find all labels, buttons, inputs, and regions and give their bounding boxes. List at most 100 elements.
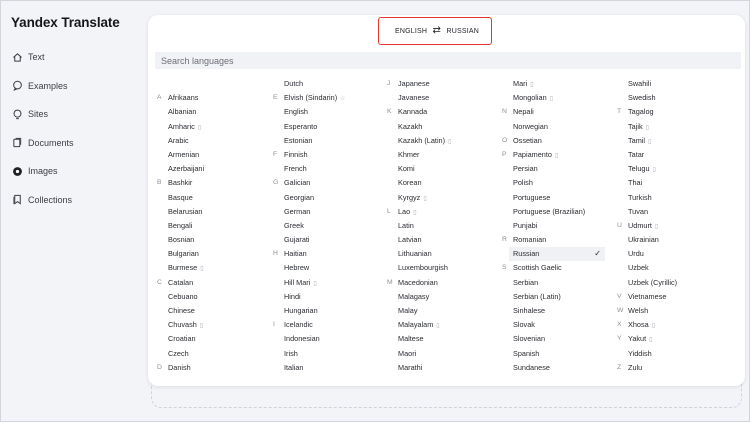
language-option[interactable]: Arabic (168, 134, 204, 148)
language-option[interactable]: Marathi (398, 361, 451, 375)
language-option[interactable]: French (284, 162, 346, 176)
language-option[interactable]: Armenian (168, 148, 204, 162)
language-option[interactable]: English (284, 105, 346, 119)
language-option[interactable]: U Udmurt ▯ (617, 219, 677, 233)
language-option[interactable]: Azerbaijani (168, 162, 204, 176)
language-option[interactable]: Yiddish (628, 347, 677, 361)
language-option[interactable]: Malay (398, 304, 451, 318)
language-option[interactable]: Maori (398, 347, 451, 361)
language-option[interactable]: Croatian (168, 332, 204, 346)
language-option[interactable]: Thai (628, 176, 677, 190)
language-option[interactable]: B Bashkir (157, 176, 204, 190)
swap-arrows-icon[interactable]: ⇄ (433, 26, 442, 36)
language-option[interactable]: Burmese ▯ (168, 261, 204, 275)
language-option[interactable]: Tatar (628, 148, 677, 162)
language-option[interactable]: H Haitian (273, 247, 346, 261)
language-option[interactable]: K Kannada (387, 105, 451, 119)
language-option[interactable]: Bulgarian (168, 247, 204, 261)
language-option[interactable]: Slovenian (513, 332, 605, 346)
language-option[interactable]: Swedish (628, 91, 677, 105)
language-option[interactable]: Spanish (513, 347, 605, 361)
language-option[interactable]: Uzbek (628, 261, 677, 275)
language-option[interactable]: Korean (398, 176, 451, 190)
language-option[interactable]: N Nepali (502, 105, 605, 119)
language-option[interactable]: Estonian (284, 134, 346, 148)
nav-item-text[interactable]: Text (11, 43, 141, 72)
language-option[interactable]: X Xhosa ▯ (617, 318, 677, 332)
language-option[interactable]: Portuguese (Brazilian) (513, 205, 605, 219)
language-option[interactable]: Serbian (513, 276, 605, 290)
language-option[interactable]: Malayalam ▯ (398, 318, 451, 332)
language-option[interactable]: P Papiamento ▯ (502, 148, 605, 162)
language-option[interactable]: Tamil ▯ (628, 134, 677, 148)
language-option[interactable]: S Scottish Gaelic (502, 261, 605, 275)
language-option[interactable]: Kazakh (398, 120, 451, 134)
language-option[interactable]: Indonesian (284, 332, 346, 346)
language-option[interactable]: Latvian (398, 233, 451, 247)
language-option[interactable]: Chuvash ▯ (168, 318, 204, 332)
language-option[interactable]: Z Zulu (617, 361, 677, 375)
language-option[interactable]: G Galician (273, 176, 346, 190)
language-option[interactable]: Khmer (398, 148, 451, 162)
language-option[interactable]: D Danish (157, 361, 204, 375)
language-option[interactable]: Urdu (628, 247, 677, 261)
language-option[interactable]: Persian (513, 162, 605, 176)
nav-item-sites[interactable]: Sites (11, 100, 141, 129)
language-option[interactable]: Irish (284, 347, 346, 361)
language-option[interactable]: A Afrikaans (157, 91, 204, 105)
language-option[interactable]: Punjabi (513, 219, 605, 233)
language-option[interactable]: Hindi (284, 290, 346, 304)
source-language-button[interactable]: ENGLISH (395, 28, 427, 35)
language-option[interactable]: Swahili (628, 77, 677, 91)
language-option[interactable]: Basque (168, 191, 204, 205)
language-option[interactable]: Polish (513, 176, 605, 190)
language-option[interactable]: Mari ▯ (513, 77, 605, 91)
language-option[interactable]: Slovak (513, 318, 605, 332)
nav-item-images[interactable]: Images (11, 157, 141, 186)
language-option[interactable]: E Elvish (Sindarin) ☆ (273, 91, 346, 105)
language-option[interactable]: W Welsh (617, 304, 677, 318)
language-option[interactable]: Latin (398, 219, 451, 233)
language-option[interactable]: R Romanian (502, 233, 605, 247)
language-option[interactable]: Y Yakut ▯ (617, 332, 677, 346)
language-option[interactable]: Hebrew (284, 261, 346, 275)
language-option[interactable]: L Lao ▯ (387, 205, 451, 219)
language-option[interactable]: Lithuanian (398, 247, 451, 261)
language-option[interactable]: Luxembourgish (398, 261, 451, 275)
language-option[interactable]: Greek (284, 219, 346, 233)
language-option[interactable]: Amharic ▯ (168, 120, 204, 134)
language-option[interactable]: Hungarian (284, 304, 346, 318)
language-option[interactable]: J Japanese (387, 77, 451, 91)
language-option[interactable]: Chinese (168, 304, 204, 318)
language-option[interactable]: Italian (284, 361, 346, 375)
language-option[interactable]: M Macedonian (387, 276, 451, 290)
language-option[interactable]: Malagasy (398, 290, 451, 304)
language-option[interactable]: Albanian (168, 105, 204, 119)
language-option[interactable]: C Catalan (157, 276, 204, 290)
language-option[interactable]: Cebuano (168, 290, 204, 304)
language-option[interactable]: Tuvan (628, 205, 677, 219)
language-option[interactable]: Georgian (284, 191, 346, 205)
language-option[interactable]: Gujarati (284, 233, 346, 247)
language-option[interactable]: Tajik ▯ (628, 120, 677, 134)
language-option[interactable]: Komi (398, 162, 451, 176)
language-option[interactable]: Hill Mari ▯ (284, 276, 346, 290)
language-option[interactable]: Serbian (Latin) (513, 290, 605, 304)
language-option[interactable]: Czech (168, 347, 204, 361)
language-option-selected[interactable]: Russian ✓ (509, 247, 605, 262)
language-option[interactable]: Belarusian (168, 205, 204, 219)
language-option[interactable]: Uzbek (Cyrillic) (628, 276, 677, 290)
language-option[interactable]: Bosnian (168, 233, 204, 247)
language-option[interactable]: Turkish (628, 191, 677, 205)
search-languages-input[interactable] (155, 52, 741, 69)
language-option[interactable]: Maltese (398, 332, 451, 346)
nav-item-collections[interactable]: Collections (11, 186, 141, 215)
language-option[interactable]: Bengali (168, 219, 204, 233)
language-option[interactable]: Sinhalese (513, 304, 605, 318)
language-option[interactable]: Sundanese (513, 361, 605, 375)
language-option[interactable]: Javanese (398, 91, 451, 105)
language-option[interactable]: Dutch (284, 77, 346, 91)
language-option[interactable]: Kyrgyz ▯ (398, 191, 451, 205)
nav-item-documents[interactable]: Documents (11, 129, 141, 158)
language-option[interactable]: T Tagalog (617, 105, 677, 119)
